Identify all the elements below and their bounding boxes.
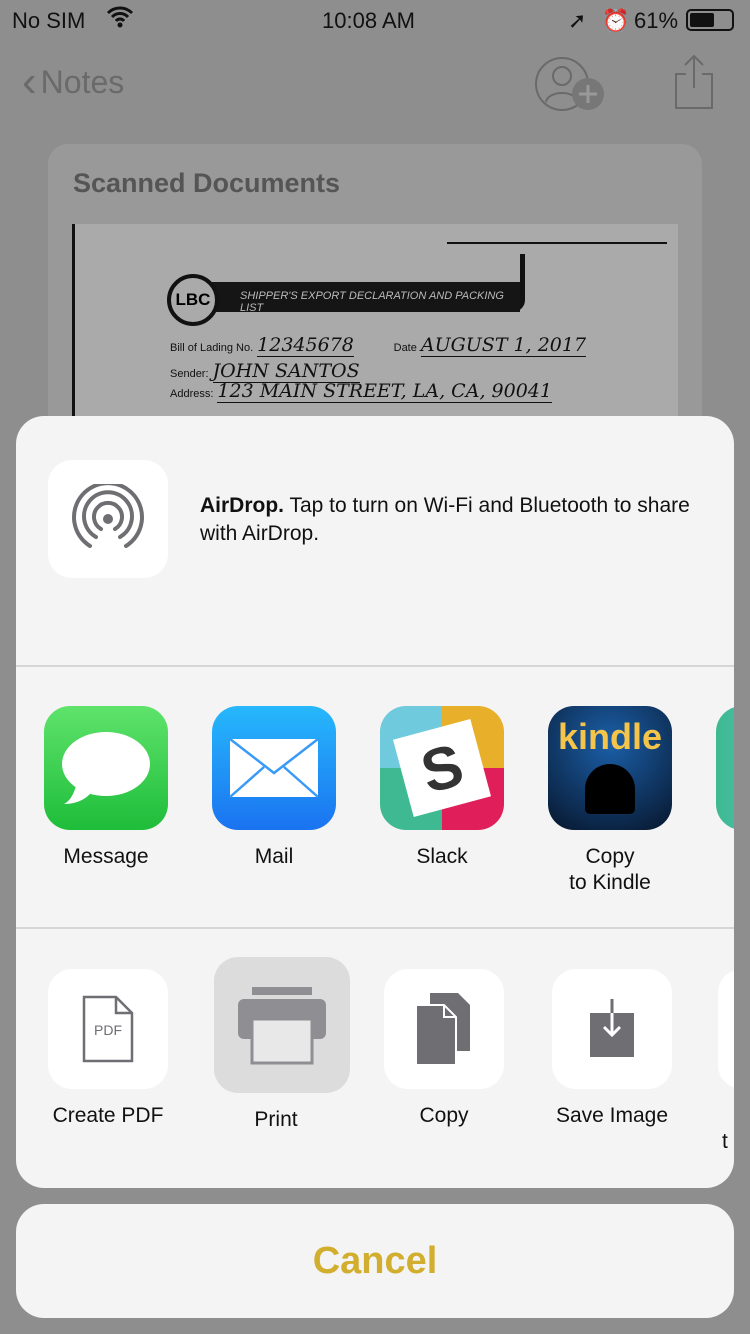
- note-title: Scanned Documents: [73, 168, 341, 198]
- status-bar: No SIM 10:08 AM ➚ ⏰ 61%: [0, 0, 750, 40]
- action-label: Create PDF: [52, 1104, 164, 1127]
- share-app-slack[interactable]: S Slack: [380, 706, 504, 870]
- airdrop-description: AirDrop. Tap to turn on Wi-Fi and Blueto…: [200, 494, 690, 545]
- action-create-pdf[interactable]: PDF Create PDF: [46, 969, 170, 1129]
- wifi-icon: [106, 4, 134, 34]
- mail-icon: [229, 738, 319, 798]
- action-print[interactable]: Print: [214, 957, 350, 1133]
- action-label: Print: [254, 1108, 298, 1131]
- action-label: Save Image: [555, 1104, 669, 1127]
- divider: [16, 927, 734, 929]
- location-icon: ➚: [568, 8, 587, 33]
- back-button[interactable]: ‹ Notes: [22, 57, 125, 106]
- carrier: No SIM: [12, 8, 86, 33]
- action-save-image[interactable]: Save Image: [550, 969, 674, 1129]
- note-card: Scanned Documents SHIPPER'S EXPORT DECLA…: [48, 144, 702, 464]
- battery-percent: 61%: [634, 8, 679, 33]
- copy-icon: [416, 993, 470, 1065]
- cancel-button[interactable]: Cancel: [16, 1204, 734, 1318]
- action-label: Copy: [419, 1104, 469, 1127]
- app-label: Copy to Kindle: [569, 845, 651, 894]
- doc-logo: LBC: [167, 274, 219, 326]
- share-app-partial[interactable]: [716, 706, 734, 830]
- pdf-icon: PDF: [82, 995, 134, 1063]
- share-icon[interactable]: [672, 54, 716, 115]
- kindle-icon: kindle: [557, 716, 663, 757]
- app-label: Slack: [416, 845, 468, 868]
- save-image-icon: [590, 999, 634, 1057]
- printer-icon: [238, 987, 326, 1065]
- svg-text:PDF: PDF: [94, 1022, 122, 1038]
- share-app-kindle[interactable]: kindle Copy to Kindle: [548, 706, 672, 896]
- action-label: t: [722, 1130, 728, 1153]
- airdrop-icon: [72, 484, 144, 548]
- action-copy[interactable]: Copy: [382, 969, 506, 1129]
- message-icon: [62, 732, 150, 804]
- share-sheet: AirDrop. Tap to turn on Wi-Fi and Blueto…: [16, 416, 734, 1188]
- battery-icon: [686, 9, 734, 31]
- app-label: Mail: [254, 845, 294, 868]
- divider: [16, 665, 734, 667]
- back-label: Notes: [40, 63, 125, 100]
- share-app-mail[interactable]: Mail: [212, 706, 336, 870]
- slack-icon: S: [393, 719, 491, 817]
- add-people-icon[interactable]: [534, 56, 608, 117]
- share-app-message[interactable]: Message: [44, 706, 168, 870]
- airdrop-button[interactable]: [48, 460, 168, 578]
- chevron-left-icon: ‹: [22, 57, 37, 106]
- app-label: Message: [63, 845, 149, 868]
- doc-heading: SHIPPER'S EXPORT DECLARATION AND PACKING…: [170, 282, 520, 314]
- alarm-icon: ⏰: [602, 8, 630, 33]
- clock: 10:08 AM: [322, 8, 415, 33]
- action-partial[interactable]: t: [718, 969, 734, 1155]
